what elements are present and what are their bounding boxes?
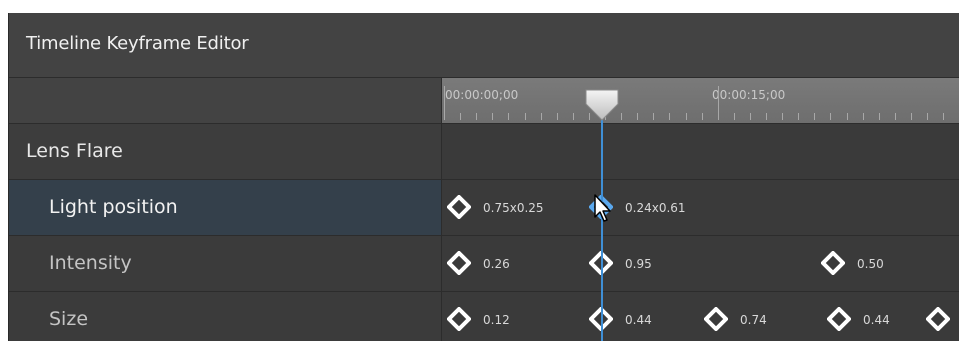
keyframe-value: 0.75x0.25	[483, 201, 544, 215]
ruler-tick	[508, 113, 510, 120]
keyframe-diamond-icon[interactable]	[447, 307, 471, 331]
ruler-tick	[524, 113, 526, 120]
ruler-tick	[476, 113, 478, 120]
group-track-area	[442, 124, 959, 179]
keyframe-value: 0.74	[740, 313, 767, 327]
ruler-tick	[878, 113, 880, 120]
title-bar: Timeline Keyframe Editor	[9, 13, 959, 78]
track-row-light-position[interactable]: Light position 0.75x0.25 0.24x0.61	[9, 180, 959, 236]
playhead-handle-icon[interactable]	[584, 88, 620, 124]
ruler-tick	[782, 113, 784, 120]
keyframe-value: 0.12	[483, 313, 510, 327]
track-label: Size	[49, 308, 89, 330]
track-area-intensity[interactable]: 0.26 0.95 0.50	[442, 236, 959, 291]
keyframe-value: 0.50	[857, 257, 884, 271]
keyframe-diamond-icon[interactable]	[704, 307, 728, 331]
keyframe-value: 0.44	[863, 313, 890, 327]
group-row-header: Lens Flare	[9, 124, 442, 179]
ruler-tick	[766, 113, 767, 120]
ruler-tick	[910, 113, 912, 120]
ruler-tick	[830, 113, 832, 120]
ruler-tick	[621, 113, 623, 120]
track-area-size[interactable]: 0.12 0.44 0.74 0.44	[442, 292, 959, 341]
keyframe-diamond-icon[interactable]	[827, 307, 851, 331]
track-header-size[interactable]: Size	[9, 292, 442, 341]
ruler-tick	[460, 113, 462, 120]
keyframe-diamond-icon[interactable]	[821, 251, 845, 275]
ruler-tick	[540, 113, 542, 120]
ruler-tick	[637, 113, 639, 120]
ruler-tick	[717, 86, 719, 120]
group-label: Lens Flare	[26, 140, 123, 162]
ruler-tick	[846, 113, 848, 120]
keyframe-diamond-icon[interactable]	[447, 251, 471, 275]
keyframe-diamond-icon[interactable]	[447, 195, 471, 219]
mouse-pointer-icon	[594, 194, 611, 222]
track-row-intensity[interactable]: Intensity 0.26 0.95 0.50	[9, 236, 959, 292]
ruler-tick	[943, 113, 945, 120]
ruler-mid-time: 00:00:15;00	[712, 88, 786, 102]
window-title: Timeline Keyframe Editor	[26, 33, 249, 54]
playhead-line[interactable]	[601, 120, 603, 341]
track-area-light-position[interactable]: 0.75x0.25 0.24x0.61	[442, 180, 959, 235]
keyframe-value: 0.95	[625, 257, 652, 271]
ruler-tick	[669, 113, 671, 120]
track-label: Intensity	[49, 252, 132, 274]
keyframe-diamond-icon[interactable]	[926, 307, 950, 331]
ruler-tick	[653, 113, 655, 120]
track-header-intensity[interactable]: Intensity	[9, 236, 442, 291]
track-header-light-position[interactable]: Light position	[9, 180, 442, 235]
track-list-header	[9, 78, 442, 123]
ruler-tick	[572, 113, 574, 120]
ruler-tick	[894, 113, 896, 120]
keyframe-value: 0.26	[483, 257, 510, 271]
track-row-size[interactable]: Size 0.12 0.44 0.74 0.44	[9, 292, 959, 341]
track-label: Light position	[49, 196, 178, 218]
timeline-header: 00:00:00;00 00:00:15;00	[9, 78, 959, 124]
ruler-tick	[556, 113, 558, 120]
ruler-tick	[814, 113, 816, 120]
ruler-tick	[701, 113, 703, 120]
ruler-tick	[685, 113, 687, 120]
time-ruler[interactable]: 00:00:00;00 00:00:15;00	[442, 78, 959, 123]
ruler-tick	[444, 86, 445, 120]
keyframe-value: 0.24x0.61	[625, 201, 686, 215]
keyframe-value: 0.44	[625, 313, 652, 327]
ruler-start-time: 00:00:00;00	[445, 88, 519, 102]
ruler-tick	[733, 113, 735, 120]
ruler-tick	[749, 113, 751, 120]
group-row-lens-flare[interactable]: Lens Flare	[9, 124, 959, 180]
ruler-tick	[798, 113, 800, 120]
ruler-tick	[862, 113, 864, 120]
keyframe-editor-window: Timeline Keyframe Editor 00:00:00;00 00:…	[8, 13, 959, 341]
ruler-tick	[927, 113, 928, 120]
ruler-tick	[492, 113, 494, 120]
